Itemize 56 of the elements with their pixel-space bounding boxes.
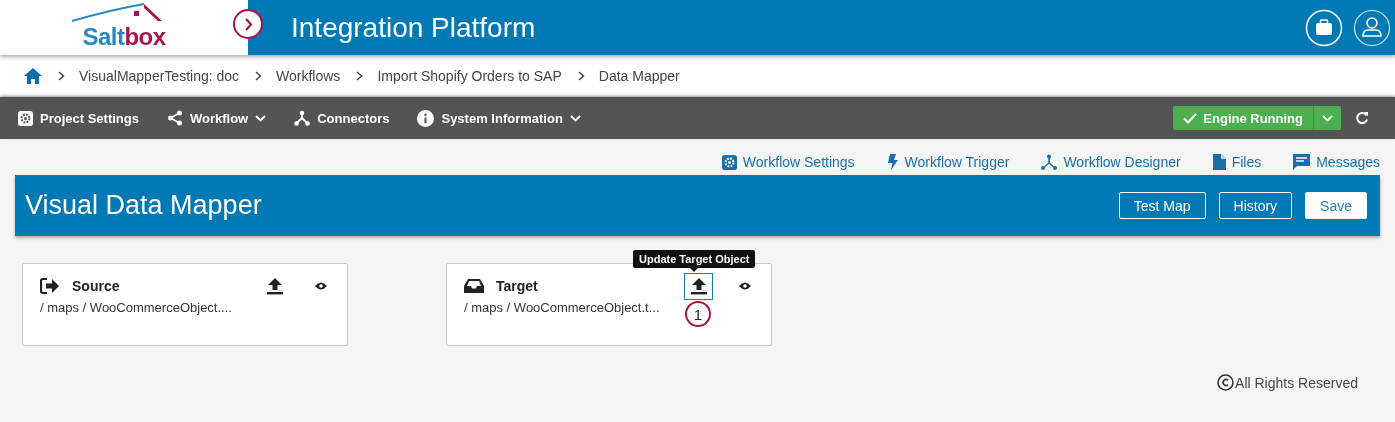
eye-icon[interactable] [315, 282, 327, 290]
exit-icon [40, 278, 60, 294]
nav-link[interactable]: Messages [1293, 149, 1380, 175]
copyright-icon [1217, 374, 1235, 391]
card-title: Source [72, 278, 121, 294]
refresh-icon[interactable] [1355, 111, 1369, 125]
file-path: / maps / WooCommerceObject.... [40, 300, 232, 315]
chevron-right-icon [356, 71, 364, 81]
user-icon[interactable] [1353, 8, 1391, 47]
info-icon [417, 109, 435, 127]
copyright-text: All Rights Reserved [1235, 374, 1358, 391]
branch-icon [1041, 154, 1058, 170]
chevron-right-icon [58, 71, 65, 81]
chevron-right-icon [577, 71, 585, 81]
gear-icon [18, 110, 33, 126]
chevron-down-icon [569, 114, 581, 122]
card-title: Target [496, 278, 539, 294]
check-icon [1183, 112, 1198, 124]
menu-item[interactable]: Workflow [166, 110, 267, 126]
document-icon [1212, 154, 1226, 170]
share-icon [166, 110, 183, 126]
file-path: / maps / WooCommerceObject.t... [464, 300, 660, 315]
eye-icon[interactable] [739, 282, 751, 290]
upload-button[interactable] [684, 272, 713, 300]
chevron-down-icon [255, 114, 267, 122]
expand-button[interactable] [233, 9, 263, 39]
message-icon [1293, 154, 1311, 170]
app-title: Integration Platform [291, 11, 537, 44]
chevron-right-icon [255, 71, 263, 81]
breadcrumb-link[interactable]: Workflows [276, 68, 341, 84]
chevron-right-icon [243, 17, 253, 31]
network-icon [294, 110, 311, 126]
action-button[interactable]: History [1218, 192, 1293, 219]
chevron-down-icon [1322, 114, 1333, 122]
breadcrumb-link[interactable]: VisualMapperTesting: doc [79, 68, 240, 84]
upload-icon [266, 277, 283, 295]
action-button[interactable]: Test Map [1118, 192, 1206, 219]
nav-link[interactable]: Workflow Designer [1041, 149, 1181, 175]
nav-link[interactable]: Workflow Trigger [886, 149, 1010, 175]
lightning-icon [886, 154, 899, 170]
logo: Saltbox [82, 22, 166, 51]
action-button[interactable]: Save [1305, 192, 1367, 219]
panel-title: Visual Data Mapper [25, 190, 263, 221]
menu-item[interactable]: Connectors [294, 110, 390, 126]
inbox-icon [464, 278, 484, 294]
nav-link[interactable]: Files [1212, 149, 1262, 175]
callout-badge: 1 [685, 301, 711, 327]
upload-icon [690, 277, 707, 295]
breadcrumb-link[interactable]: Data Mapper [598, 68, 680, 84]
gear-icon [721, 154, 737, 170]
menu-item[interactable]: System Information [417, 109, 581, 127]
nav-link[interactable]: Workflow Settings [721, 149, 855, 175]
menu-item[interactable]: Project Settings [18, 110, 139, 126]
breadcrumb-link[interactable]: Import Shopify Orders to SAP [377, 68, 562, 84]
briefcase-icon[interactable] [1305, 8, 1343, 47]
home-icon[interactable] [24, 68, 42, 84]
